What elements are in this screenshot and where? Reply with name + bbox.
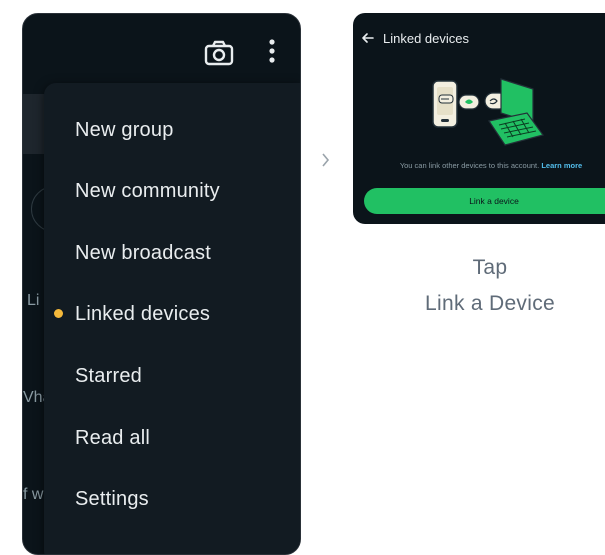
camera-icon[interactable]	[204, 40, 234, 66]
menu-item-new-group[interactable]: New group	[75, 116, 174, 144]
preview-description: You can link other devices to this accou…	[353, 161, 605, 170]
chevron-right-icon	[322, 153, 330, 167]
linked-devices-preview: Linked devices You can link other device…	[353, 13, 605, 224]
preview-header: Linked devices	[361, 28, 469, 48]
menu-item-read-all[interactable]: Read all	[75, 424, 150, 452]
preview-title: Linked devices	[383, 30, 469, 46]
more-vertical-icon[interactable]	[265, 38, 279, 66]
description-text: You can link other devices to this accou…	[399, 161, 540, 170]
menu-item-new-broadcast[interactable]: New broadcast	[75, 239, 211, 267]
background-text-1: Li	[27, 292, 40, 309]
caption-line-1: Tap	[472, 256, 508, 279]
devices-illustration-icon	[432, 78, 545, 146]
caption-line-2: Link a Device	[425, 292, 555, 315]
highlight-dot	[54, 309, 63, 318]
menu-item-starred[interactable]: Starred	[75, 362, 142, 390]
background-text-3: f w	[23, 486, 44, 503]
learn-more-link[interactable]: Learn more	[541, 161, 582, 170]
arrow-left-icon[interactable]	[361, 31, 375, 45]
menu-item-settings[interactable]: Settings	[75, 485, 149, 513]
link-a-device-button[interactable]: Link a device	[364, 188, 605, 214]
phone-screenshot: Li Vha f w New group New community New b…	[22, 13, 301, 555]
menu-item-new-community[interactable]: New community	[75, 177, 220, 205]
overflow-menu: New group New community New broadcast Li…	[44, 83, 300, 554]
menu-item-linked-devices[interactable]: Linked devices	[75, 300, 210, 328]
